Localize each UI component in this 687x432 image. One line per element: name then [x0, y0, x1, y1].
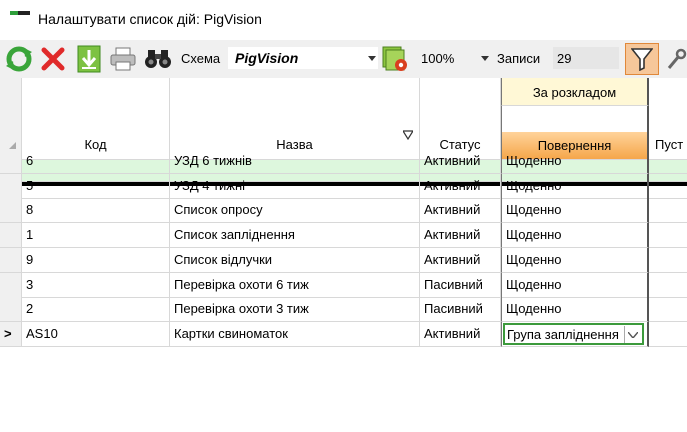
- chevron-down-icon: [481, 56, 489, 61]
- cell-repeat[interactable]: Щоденно: [501, 174, 649, 199]
- column-header-code[interactable]: Код: [22, 78, 170, 160]
- column-header-empty[interactable]: Пуст: [649, 78, 687, 160]
- cell-repeat[interactable]: Група запліднення: [501, 322, 649, 347]
- cell-name[interactable]: Список опросу: [170, 198, 420, 223]
- column-header-status[interactable]: Статус: [420, 78, 501, 160]
- refresh-icon[interactable]: [5, 45, 33, 73]
- cell-code[interactable]: 6: [22, 149, 170, 174]
- cell-repeat[interactable]: Щоденно: [501, 223, 649, 248]
- filter-button[interactable]: [625, 43, 659, 75]
- cell-repeat[interactable]: Щоденно: [501, 297, 649, 322]
- cell-status[interactable]: Пасивний: [420, 273, 501, 298]
- row-header: [0, 149, 22, 174]
- cell-name[interactable]: Перевірка охоти 3 тиж: [170, 297, 420, 322]
- column-header-name[interactable]: Назва: [170, 78, 420, 160]
- binoculars-icon[interactable]: [144, 45, 172, 73]
- cell-code[interactable]: 8: [22, 198, 170, 223]
- cell-code[interactable]: 3: [22, 273, 170, 298]
- current-row-marker: >: [4, 326, 12, 341]
- cell-empty[interactable]: [649, 248, 687, 273]
- window-title: Налаштувати список дій: PigVision: [38, 11, 262, 27]
- filter-icon[interactable]: [403, 130, 413, 140]
- row-header: [0, 174, 22, 199]
- cell-name[interactable]: УЗД 4 тижні: [170, 174, 420, 199]
- cell-status[interactable]: Активний: [420, 198, 501, 223]
- records-count: 29: [557, 51, 572, 66]
- chevron-down-icon: [368, 56, 376, 61]
- cell-name[interactable]: Перевірка охоти 6 тиж: [170, 273, 420, 298]
- cell-empty[interactable]: [649, 149, 687, 174]
- cell-repeat[interactable]: Щоденно: [501, 198, 649, 223]
- repeat-select-value: Група запліднення: [507, 327, 619, 342]
- schema-select[interactable]: PigVision: [228, 47, 378, 69]
- cell-status[interactable]: Активний: [420, 223, 501, 248]
- row-header: [0, 297, 22, 322]
- cell-repeat[interactable]: Щоденно: [501, 248, 649, 273]
- actions-grid: Код Назва Статус За розкладом Пуст Повер…: [0, 78, 687, 432]
- cell-code[interactable]: 2: [22, 297, 170, 322]
- row-header-corner: [0, 78, 22, 160]
- cell-empty[interactable]: [649, 322, 687, 347]
- row-header: [0, 273, 22, 298]
- wrench-icon[interactable]: [662, 45, 687, 73]
- cell-code[interactable]: 1: [22, 223, 170, 248]
- printer-icon[interactable]: [109, 45, 137, 73]
- cell-empty[interactable]: [649, 297, 687, 322]
- cell-code[interactable]: 5: [22, 174, 170, 199]
- cell-repeat[interactable]: Щоденно: [501, 149, 649, 174]
- chevron-down-icon[interactable]: [624, 326, 641, 343]
- zoom-select[interactable]: 100%: [415, 47, 491, 69]
- cell-repeat[interactable]: Щоденно: [501, 273, 649, 298]
- records-label: Записи: [497, 51, 541, 66]
- cell-name[interactable]: УЗД 6 тижнів: [170, 149, 420, 174]
- schema-value: PigVision: [235, 50, 299, 66]
- cell-empty[interactable]: [649, 198, 687, 223]
- delete-icon[interactable]: [39, 45, 67, 73]
- cell-status[interactable]: Активний: [420, 248, 501, 273]
- row-header: >: [0, 322, 22, 347]
- title-bar: Налаштувати список дій: PigVision: [0, 0, 687, 40]
- cell-code[interactable]: AS10: [22, 322, 170, 347]
- row-header: [0, 223, 22, 248]
- app-logo-icon: [10, 11, 30, 21]
- row-header: [0, 248, 22, 273]
- schema-settings-icon[interactable]: [381, 45, 409, 73]
- cell-empty[interactable]: [649, 273, 687, 298]
- repeat-select[interactable]: Група запліднення: [503, 323, 644, 345]
- schema-label: Схема: [181, 51, 221, 66]
- cell-empty[interactable]: [649, 223, 687, 248]
- group-header-schedule-label: За розкладом: [532, 85, 617, 100]
- download-icon[interactable]: [75, 45, 103, 73]
- cell-name[interactable]: Список запліднення: [170, 223, 420, 248]
- row-header: [0, 198, 22, 223]
- records-count-field: 29: [553, 47, 619, 69]
- cell-code[interactable]: 9: [22, 248, 170, 273]
- group-header-schedule: За розкладом: [501, 78, 649, 106]
- cell-status[interactable]: Активний: [420, 322, 501, 347]
- cell-name[interactable]: Картки свиноматок: [170, 322, 420, 347]
- cell-status[interactable]: Активний: [420, 149, 501, 174]
- cell-name[interactable]: Список відлучки: [170, 248, 420, 273]
- cell-empty[interactable]: [649, 174, 687, 199]
- filter-icon: [631, 48, 653, 71]
- cell-status[interactable]: Активний: [420, 174, 501, 199]
- cell-status[interactable]: Пасивний: [420, 297, 501, 322]
- toolbar: Схема PigVision 100% Записи 29: [0, 40, 687, 78]
- zoom-value: 100%: [421, 51, 455, 66]
